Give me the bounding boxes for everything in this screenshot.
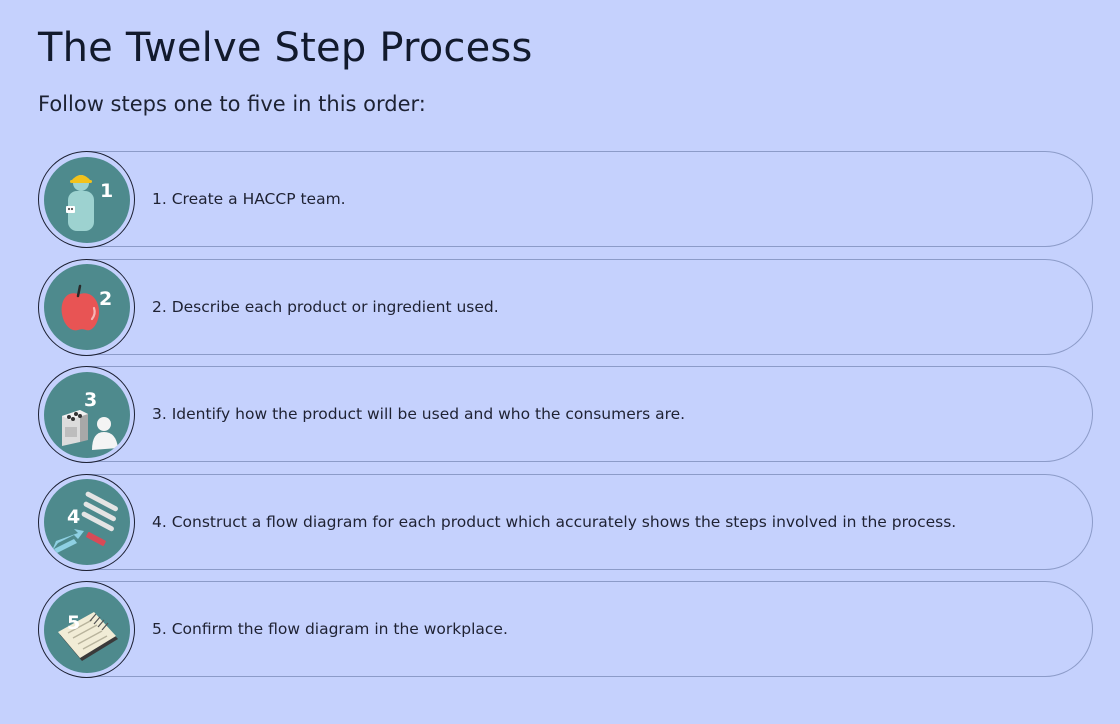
step-number: 5 [67, 612, 80, 634]
page-title: The Twelve Step Process [38, 25, 533, 71]
step-text: 4. Construct a flow diagram for each pro… [152, 512, 957, 531]
step-number: 2 [99, 288, 112, 310]
step-number: 4 [67, 506, 80, 528]
step-number: 3 [84, 389, 97, 411]
team-member-icon: 1 [65, 174, 113, 231]
step-text: 1. Create a HACCP team. [152, 190, 346, 208]
notepad-icon: 5 [57, 611, 118, 661]
step-badge: 2 [38, 258, 135, 356]
step-badge: 5 [38, 581, 135, 678]
step-item-5: 5 5. Confirm the flow diagram in the wor… [38, 581, 1093, 678]
flow-diagram-icon: 4 [51, 491, 118, 553]
step-text: 5. Confirm the flow diagram in the workp… [152, 620, 508, 638]
step-item-2: 2 2. Describe each product or ingredient… [38, 258, 1093, 356]
steps-list: 1 1. Create a HACCP team. 2 2. Describe … [38, 151, 1093, 689]
stove-consumer-icon: 3 [61, 389, 118, 450]
step-text: 2. Describe each product or ingredient u… [152, 297, 499, 316]
step-item-3: 3 3. Identify how the product will be us… [38, 366, 1093, 463]
step-item-1: 1 1. Create a HACCP team. [38, 151, 1093, 248]
step-number: 1 [100, 180, 113, 202]
step-badge: 3 [38, 366, 135, 463]
page-subtitle: Follow steps one to five in this order: [38, 92, 426, 116]
apple-icon: 2 [61, 284, 112, 331]
step-badge: 1 [38, 151, 135, 248]
step-badge: 4 [38, 473, 135, 571]
page: The Twelve Step Process Follow steps one… [0, 0, 1120, 724]
step-text: 3. Identify how the product will be used… [152, 405, 686, 423]
step-item-4: 4 4. Construct a flow diagram for each p… [38, 473, 1093, 571]
